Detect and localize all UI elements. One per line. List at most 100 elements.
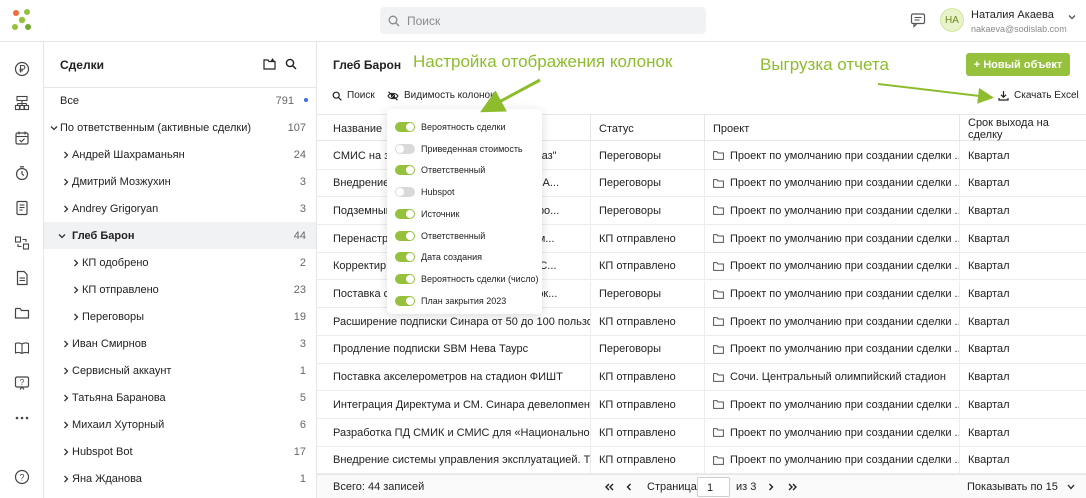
column-toggle-row[interactable]: Ответственный	[395, 162, 485, 178]
tree-item-by-owner[interactable]: По ответственным (активные сделки) 107	[44, 114, 316, 141]
column-toggle-row[interactable]: Вероятность сделки	[395, 119, 505, 135]
chevron-down-icon[interactable]	[50, 124, 58, 132]
chevron-right-icon[interactable]	[72, 313, 80, 321]
tree-item-owner[interactable]: Андрей Шахраманьян 24	[44, 141, 316, 168]
chevron-right-icon[interactable]	[62, 178, 70, 186]
table-row[interactable]: Интеграция Директума и СМ. Синара девело…	[317, 391, 1086, 419]
table-row[interactable]: Внедрение системы управления эксплуатаци…	[317, 446, 1086, 475]
table-row[interactable]: Поставка акселерометров на стадион ФИШТ …	[317, 363, 1086, 392]
toggle-switch[interactable]	[395, 143, 415, 154]
column-toggle-row[interactable]: План закрытия 2023	[395, 293, 506, 309]
svg-text:?: ?	[20, 378, 25, 387]
tree-item-all[interactable]: Все 791	[44, 87, 316, 114]
user-name[interactable]: Наталия Акаева	[971, 9, 1054, 21]
timer-icon[interactable]	[14, 165, 30, 181]
tree-item-owner-selected[interactable]: Глеб Барон 44	[44, 222, 316, 249]
tree-item-owner[interactable]: Сервисный аккаунт 1	[44, 357, 316, 384]
chevron-right-icon[interactable]	[62, 340, 70, 348]
tree-item-status[interactable]: Переговоры 19	[44, 303, 316, 330]
chevron-right-icon[interactable]	[62, 151, 70, 159]
question-icon[interactable]: ?	[14, 469, 30, 485]
last-page-icon[interactable]	[788, 483, 798, 491]
search-input[interactable]	[407, 13, 687, 28]
column-toggle-row[interactable]: Приведенная стоимость	[395, 141, 523, 157]
column-toggle-label: Дата создания	[421, 252, 482, 263]
toggle-switch[interactable]	[395, 230, 415, 241]
page-size-select[interactable]: Показывать по 15	[967, 481, 1058, 493]
chevron-right-icon[interactable]	[62, 421, 70, 429]
chevron-down-icon[interactable]	[1067, 484, 1075, 490]
column-visibility-button[interactable]: Видимость колонок	[387, 90, 494, 101]
export-excel-button[interactable]: Скачать Excel	[998, 90, 1079, 101]
tree-item-count: 44	[293, 229, 306, 242]
cell-project: Проект по умолчанию при создании сделки …	[704, 252, 959, 280]
file-icon[interactable]	[14, 270, 30, 286]
chevron-down-icon[interactable]	[58, 232, 66, 240]
tasks-icon[interactable]	[14, 235, 30, 251]
cell-project: Проект по умолчанию при создании сделки …	[704, 225, 959, 253]
column-header-term[interactable]: Срок выхода на сделку	[959, 115, 1086, 142]
toggle-switch[interactable]	[395, 295, 415, 306]
tree-item-owner[interactable]: Дмитрий Мозжухин 3	[44, 168, 316, 195]
new-folder-icon[interactable]	[263, 58, 276, 73]
tree-item-owner[interactable]: Иван Смирнов 3	[44, 330, 316, 357]
tree-item-count: 3	[299, 175, 306, 188]
table-row[interactable]: Продление подписки SBM Нева Таурс Перего…	[317, 335, 1086, 364]
column-toggle-row[interactable]: Вероятность сделки (число)	[395, 271, 539, 287]
cell-term: Квартал	[959, 197, 1086, 225]
ruble-icon[interactable]	[14, 61, 30, 77]
prev-page-icon[interactable]	[626, 483, 632, 491]
column-toggle-label: Приведенная стоимость	[421, 143, 523, 154]
avatar[interactable]: НА	[940, 8, 964, 32]
cell-term: Квартал	[959, 419, 1086, 446]
column-toggle-row[interactable]: Ответственный	[395, 228, 485, 244]
tree-item-label: Яна Жданова	[72, 472, 142, 485]
new-object-button[interactable]: + Новый объект	[966, 53, 1070, 76]
tree-item-status[interactable]: КП одобрено 2	[44, 249, 316, 276]
page-input[interactable]: 1	[697, 477, 730, 497]
tree-item-owner[interactable]: Татьяна Баранова 5	[44, 384, 316, 411]
tree-item-count: 107	[287, 121, 306, 134]
chevron-right-icon[interactable]	[72, 286, 80, 294]
table-row[interactable]: Разработка ПД СМИК и СМИС для «Националь…	[317, 419, 1086, 447]
chevron-right-icon[interactable]	[62, 367, 70, 375]
toggle-switch[interactable]	[395, 165, 415, 176]
chevron-right-icon[interactable]	[62, 205, 70, 213]
cell-term: Квартал	[959, 308, 1086, 336]
chevron-right-icon[interactable]	[62, 394, 70, 402]
toggle-switch[interactable]	[395, 252, 415, 263]
tree-item-status[interactable]: КП отправлено 23	[44, 276, 316, 303]
hierarchy-icon[interactable]	[14, 95, 30, 111]
cell-project: Сочи. Центральный олимпийский стадион	[704, 363, 959, 391]
column-header-status[interactable]: Статус	[590, 115, 704, 142]
global-search[interactable]	[380, 7, 706, 34]
tree-item-owner[interactable]: Hubspot Bot 17	[44, 438, 316, 465]
chevron-right-icon[interactable]	[72, 259, 80, 267]
logo-icon[interactable]	[10, 8, 34, 32]
chevron-right-icon[interactable]	[62, 448, 70, 456]
toggle-switch[interactable]	[395, 122, 415, 132]
tree-item-owner[interactable]: Andrey Grigoryan 3	[44, 195, 316, 222]
document-icon[interactable]	[14, 200, 30, 216]
tree-item-owner[interactable]: Яна Жданова 1	[44, 465, 316, 492]
search-icon[interactable]	[285, 58, 297, 73]
folder-icon[interactable]	[14, 305, 30, 321]
toggle-switch[interactable]	[395, 273, 415, 284]
column-toggle-row[interactable]: Источник	[395, 206, 459, 222]
tree-item-owner[interactable]: Михаил Хуторный 6	[44, 411, 316, 438]
more-icon[interactable]	[14, 410, 30, 426]
table-search-button[interactable]: Поиск	[332, 90, 375, 101]
chevron-down-icon[interactable]	[1068, 12, 1076, 24]
calendar-icon[interactable]	[14, 130, 30, 146]
column-toggle-row[interactable]: Дата создания	[395, 249, 482, 265]
first-page-icon[interactable]	[604, 483, 614, 491]
chevron-right-icon[interactable]	[62, 475, 70, 483]
help-chat-icon[interactable]: ?	[14, 375, 30, 391]
next-page-icon[interactable]	[768, 483, 774, 491]
chat-icon[interactable]	[910, 12, 926, 31]
book-icon[interactable]	[14, 340, 30, 356]
column-header-project[interactable]: Проект	[704, 115, 959, 142]
toggle-switch[interactable]	[395, 208, 415, 219]
column-toggle-row[interactable]: Hubspot	[395, 184, 455, 200]
toggle-switch[interactable]	[395, 187, 415, 198]
